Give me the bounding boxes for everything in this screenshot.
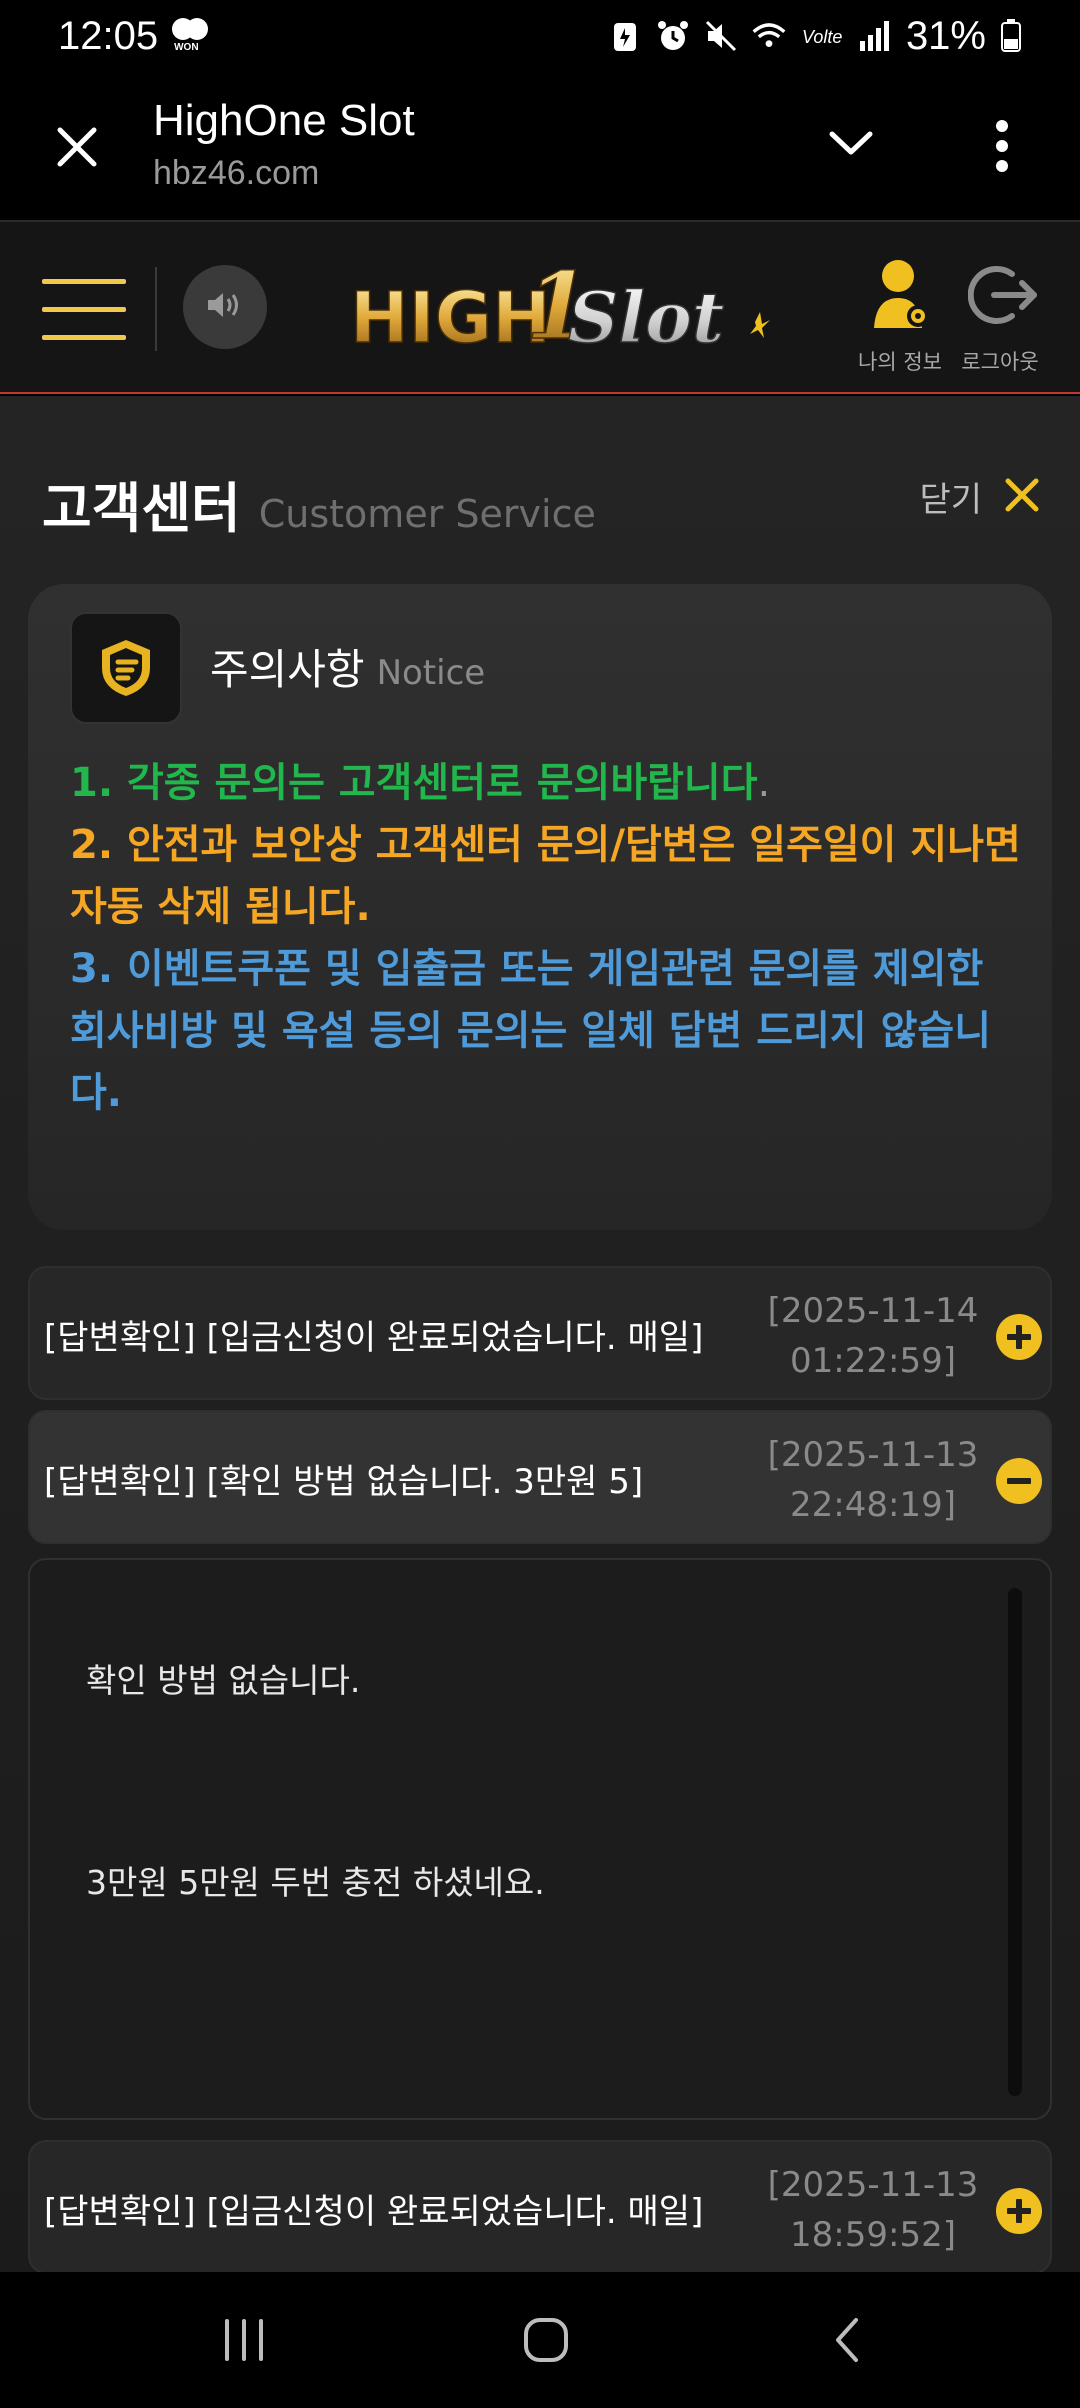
recent-apps-icon[interactable] xyxy=(204,2302,284,2378)
status-time: 12:05 xyxy=(58,13,159,58)
signal-icon xyxy=(858,19,892,53)
page-title: 고객센터 xyxy=(42,477,241,540)
inquiry-title: [답변확인] [확인 방법 없습니다. 3만원 5] xyxy=(44,1462,644,1502)
inquiry-row[interactable]: [답변확인] [확인 방법 없습니다. 3만원 5] [2025-11-13 22… xyxy=(28,1410,1052,1544)
sound-toggle-button[interactable] xyxy=(183,265,267,349)
notice-title: 주의사항 Notice xyxy=(210,636,485,697)
answer-line-1: 확인 방법 없습니다. xyxy=(86,1661,361,1700)
notice-body: 1. 각종 문의는 고객센터로 문의바랍니다. 2. 안전과 보안상 고객센터 … xyxy=(70,752,1030,1124)
won-app-icon: WON xyxy=(172,18,209,54)
main-content: 고객센터 Customer Service 닫기 주의사항 Notice 1. … xyxy=(0,396,1080,2272)
inquiry-row[interactable]: [답변확인] [입금신청이 완료되었습니다. 매일] [2025-11-14 01… xyxy=(28,1266,1052,1400)
notice-shield-icon xyxy=(70,612,182,724)
status-icons: Volte 31% xyxy=(608,14,1022,59)
browser-page-title: HighOne Slot xyxy=(153,96,415,145)
expand-plus-icon[interactable] xyxy=(996,2188,1042,2234)
close-label: 닫기 xyxy=(919,480,982,520)
battery-icon xyxy=(1000,19,1022,53)
notice-line-2: 2. 안전과 보안상 고객센터 문의/답변은 일주일이 지나면 자동 삭제 됩니… xyxy=(70,822,1021,930)
user-settings-icon xyxy=(872,258,932,338)
logout-icon xyxy=(967,262,1038,332)
notice-title-ko: 주의사항 xyxy=(210,645,365,694)
mute-icon xyxy=(704,19,738,53)
logout-button[interactable]: 로그아웃 xyxy=(950,258,1050,374)
close-x-icon xyxy=(1004,477,1040,517)
inquiry-date: [2025-11-13 18:59:52] xyxy=(767,2165,979,2255)
site-logo[interactable]: HIGH 1 Slot xyxy=(349,251,790,362)
inquiry-title: [답변확인] [입금신청이 완료되었습니다. 매일] xyxy=(44,1318,704,1358)
battery-percent: 31% xyxy=(905,13,986,58)
browser-toolbar: HighOne Slot hbz46.com xyxy=(0,72,1080,222)
page-subtitle: Customer Service xyxy=(258,492,596,536)
logo-text-slot: Slot xyxy=(568,276,724,359)
close-icon[interactable] xyxy=(52,122,102,172)
close-button[interactable]: 닫기 xyxy=(919,472,1040,521)
expand-plus-icon[interactable] xyxy=(996,1314,1042,1360)
logout-label: 로그아웃 xyxy=(961,350,1039,374)
wifi-icon xyxy=(752,19,786,53)
notice-line-1: 1. 각종 문의는 고객센터로 문의바랍니다. xyxy=(70,760,771,806)
won-badge-label: WON xyxy=(174,42,199,53)
notice-card: 주의사항 Notice 1. 각종 문의는 고객센터로 문의바랍니다. 2. 안… xyxy=(28,584,1052,1230)
inquiry-row[interactable]: [답변확인] [입금신청이 완료되었습니다. 매일] [2025-11-13 18… xyxy=(28,2140,1052,2272)
header-divider xyxy=(155,267,157,351)
collapse-minus-icon[interactable] xyxy=(996,1458,1042,1504)
alarm-icon xyxy=(656,19,690,53)
inquiry-title: [답변확인] [입금신청이 완료되었습니다. 매일] xyxy=(44,2192,704,2232)
answer-panel: 확인 방법 없습니다. 3만원 5만원 두번 충전 하셨네요. xyxy=(28,1558,1052,2120)
battery-saver-icon xyxy=(608,19,642,53)
notice-line-3: 3. 이벤트쿠폰 및 입출금 또는 게임관련 문의를 제외한 회사비방 및 욕설… xyxy=(70,946,992,1116)
hamburger-menu-icon[interactable] xyxy=(42,277,126,341)
inquiry-date: [2025-11-14 01:22:59] xyxy=(767,1291,979,1381)
status-bar: 12:05 WON Volte 31% xyxy=(0,0,1080,72)
logo-text-high: HIGH xyxy=(350,277,551,359)
notice-title-en: Notice xyxy=(376,653,486,693)
my-info-button[interactable]: 나의 정보 xyxy=(850,258,950,374)
volte-icon: Volte xyxy=(800,19,844,53)
page-heading: 고객센터 Customer Service xyxy=(42,464,596,543)
answer-line-2: 3만원 5만원 두번 충전 하셨네요. xyxy=(86,1863,545,1902)
inquiry-date: [2025-11-13 22:48:19] xyxy=(767,1435,979,1525)
site-header: HIGH 1 Slot 나의 정보 로그아웃 xyxy=(0,222,1080,394)
speaker-icon xyxy=(205,288,245,326)
chevron-down-icon[interactable] xyxy=(826,124,876,164)
browser-url[interactable]: hbz46.com xyxy=(153,154,319,193)
answer-scrollbar[interactable] xyxy=(1008,1588,1022,2096)
system-nav-bar xyxy=(0,2272,1080,2408)
more-menu-icon[interactable] xyxy=(990,116,1014,176)
my-info-label: 나의 정보 xyxy=(858,350,942,374)
svg-text:Volte: Volte xyxy=(802,27,842,47)
back-icon[interactable] xyxy=(808,2302,888,2378)
home-icon[interactable] xyxy=(506,2302,586,2378)
